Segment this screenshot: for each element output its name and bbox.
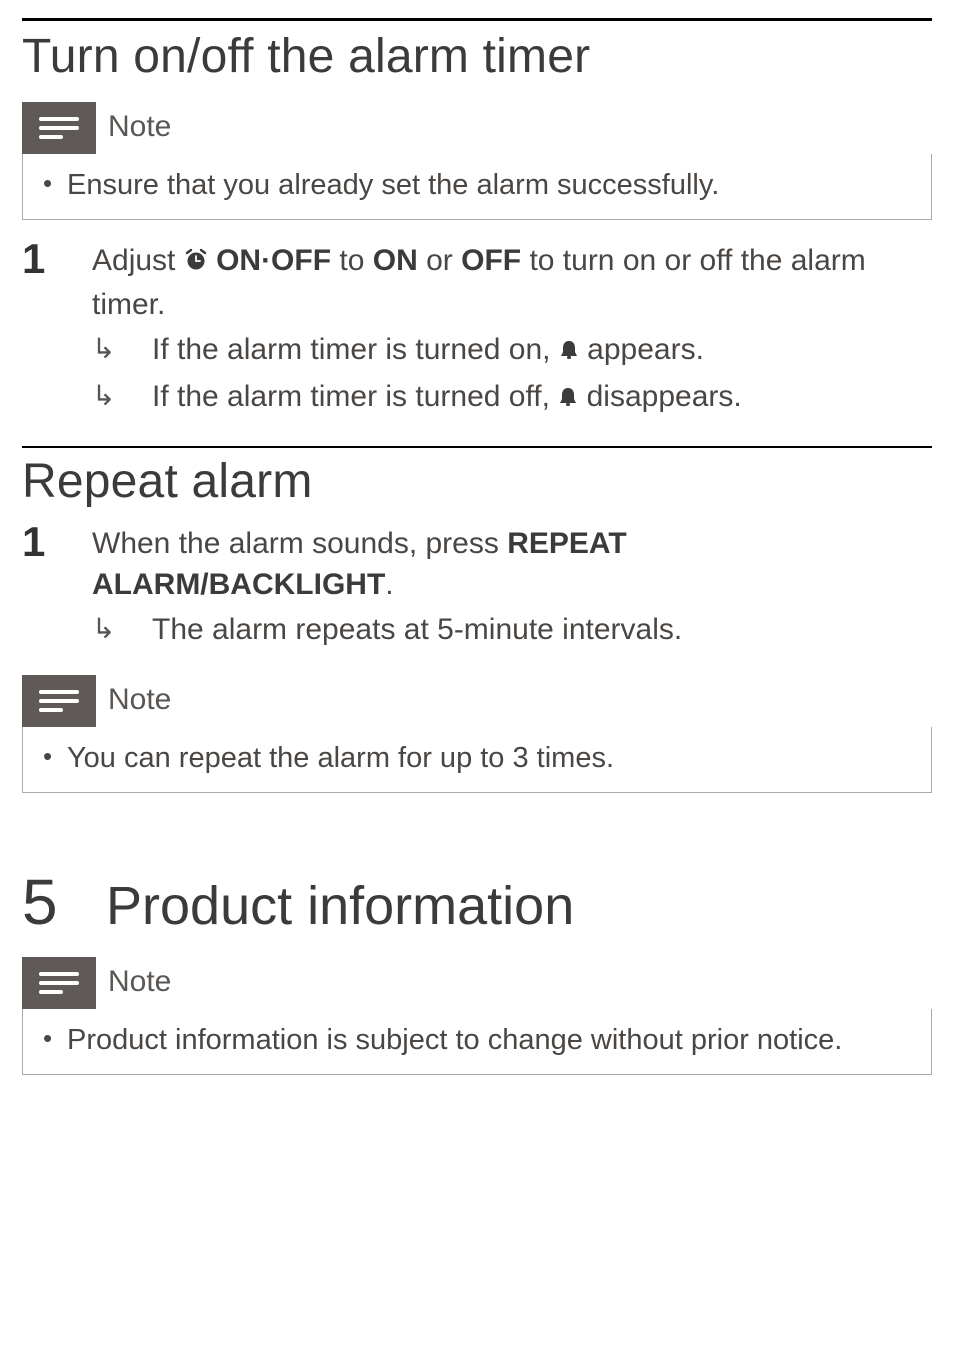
result-text: The alarm repeats at 5-minute intervals. <box>152 609 682 650</box>
result-arrow-icon: ↳ <box>92 376 152 419</box>
section-heading-repeat: Repeat alarm <box>22 454 932 509</box>
note-block-alarm: Note Ensure that you already set the ala… <box>22 102 932 220</box>
divider <box>22 18 932 21</box>
bell-icon <box>559 331 579 372</box>
step-row: 1 Adjust ON·OFF to ON or OFF to turn on … <box>22 236 932 325</box>
note-item: Ensure that you already set the alarm su… <box>41 166 913 205</box>
note-item: Product information is subject to change… <box>41 1021 913 1060</box>
chapter-number: 5 <box>22 865 106 939</box>
note-icon <box>22 957 96 1009</box>
step-text: Adjust ON·OFF to ON or OFF to turn on or… <box>92 236 932 325</box>
text: If the alarm timer is turned on, <box>152 333 559 366</box>
note-item: You can repeat the alarm for up to 3 tim… <box>41 739 913 778</box>
section-heading-alarm: Turn on/off the alarm timer <box>22 29 932 84</box>
switch-label: ON·OFF <box>216 244 331 277</box>
result-text: If the alarm timer is turned off, disapp… <box>152 376 742 419</box>
chapter-title: Product information <box>106 875 574 937</box>
text: or <box>418 244 461 277</box>
result-row: ↳ If the alarm timer is turned on, appea… <box>22 329 932 372</box>
on-label: ON <box>373 244 418 277</box>
result-arrow-icon: ↳ <box>92 609 152 650</box>
bell-icon <box>558 378 578 419</box>
step-number: 1 <box>22 519 92 606</box>
text: If the alarm timer is turned off, <box>152 380 558 413</box>
step-text: When the alarm sounds, press REPEAT ALAR… <box>92 519 932 606</box>
result-text: If the alarm timer is turned on, appears… <box>152 329 704 372</box>
text: Adjust <box>92 244 184 277</box>
alarm-clock-icon <box>184 242 208 283</box>
note-icon <box>22 675 96 727</box>
off-label: OFF <box>461 244 521 277</box>
result-arrow-icon: ↳ <box>92 329 152 372</box>
text: to <box>331 244 373 277</box>
note-label: Note <box>96 957 183 1009</box>
text: When the alarm sounds, press <box>92 527 507 560</box>
chapter-heading: 5 Product information <box>22 865 932 939</box>
note-label: Note <box>96 675 183 727</box>
text: . <box>385 568 393 601</box>
note-block-product: Note Product information is subject to c… <box>22 957 932 1075</box>
divider <box>22 446 932 448</box>
text: appears. <box>579 333 704 366</box>
note-label: Note <box>96 102 183 154</box>
note-icon <box>22 102 96 154</box>
result-row: ↳ The alarm repeats at 5-minute interval… <box>22 609 932 650</box>
note-block-repeat: Note You can repeat the alarm for up to … <box>22 675 932 793</box>
result-row: ↳ If the alarm timer is turned off, disa… <box>22 376 932 419</box>
text: disappears. <box>578 380 741 413</box>
step-number: 1 <box>22 236 92 325</box>
step-row: 1 When the alarm sounds, press REPEAT AL… <box>22 519 932 606</box>
